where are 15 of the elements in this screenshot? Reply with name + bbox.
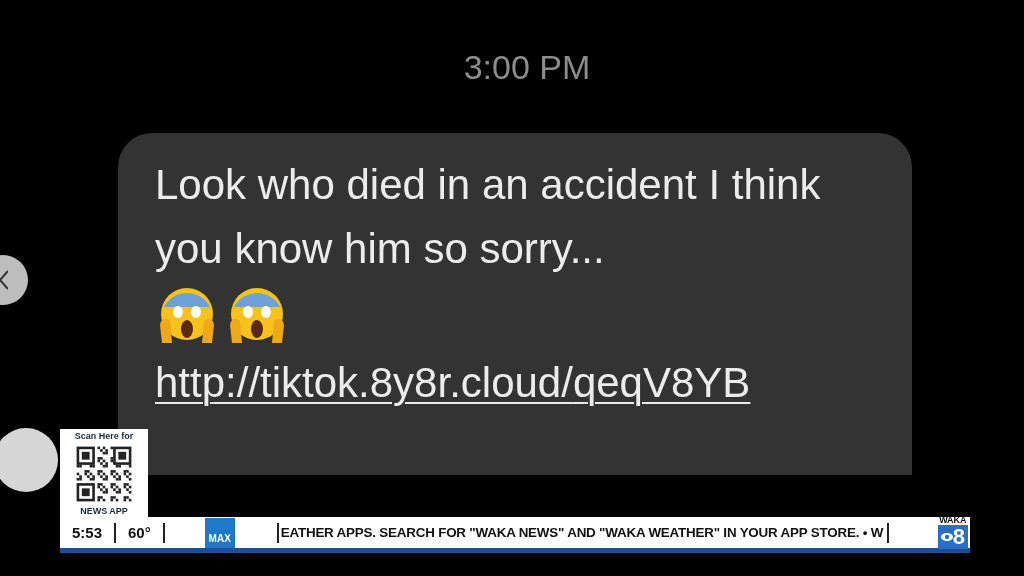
- message-link[interactable]: http://tiktok.8y8r.cloud/qeqV8YB: [155, 351, 755, 415]
- message-text: Look who died in an accident I think you know him so sorry...: [155, 160, 822, 274]
- qr-caption: NEWS APP: [80, 506, 128, 517]
- channel-badge: MAX: [204, 517, 235, 548]
- screaming-emoji-icon: [228, 285, 286, 345]
- station-logo: WAKA 8: [937, 516, 968, 549]
- screaming-emoji-icon: [158, 285, 216, 345]
- message-timestamp: 3:00 PM: [463, 48, 591, 87]
- round-button[interactable]: [0, 428, 58, 492]
- qr-caption: Scan Here for: [74, 431, 134, 442]
- eye-icon: [940, 531, 953, 543]
- ticker-time: 5:53: [72, 524, 103, 541]
- ticker-temperature: 60°: [128, 524, 151, 541]
- news-crawl: EATHER APPS. SEARCH FOR "WAKA NEWS" AND "WAKA WEATHER" IN YOUR APP STORE. • W: [280, 525, 884, 540]
- back-icon: [0, 270, 8, 290]
